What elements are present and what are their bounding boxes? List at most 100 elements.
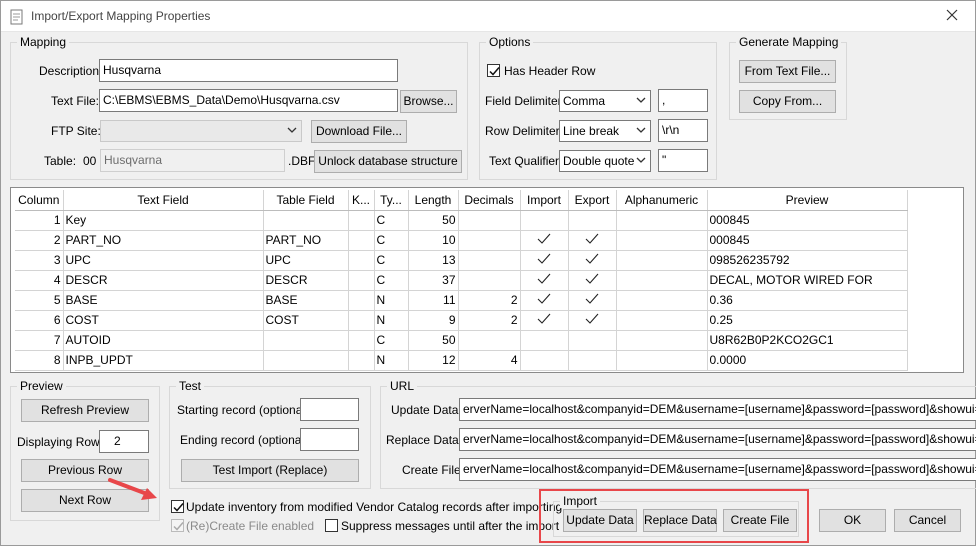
download-file-button[interactable]: Download File... bbox=[311, 120, 407, 143]
cell-type[interactable]: N bbox=[374, 290, 409, 311]
cell-table-field[interactable] bbox=[263, 330, 349, 351]
from-text-file-button[interactable]: From Text File... bbox=[739, 60, 836, 83]
column-header[interactable]: Preview bbox=[707, 190, 908, 211]
cell-key[interactable] bbox=[348, 270, 375, 291]
cell-key[interactable] bbox=[348, 350, 375, 371]
cell-column[interactable]: 1 bbox=[15, 210, 64, 231]
cell-key[interactable] bbox=[348, 250, 375, 271]
cell-text-field[interactable]: COST bbox=[63, 310, 264, 331]
cell-column[interactable]: 8 bbox=[15, 350, 64, 371]
cell-table-field[interactable] bbox=[263, 210, 349, 231]
cell-text-field[interactable]: DESCR bbox=[63, 270, 264, 291]
cell-import[interactable] bbox=[520, 290, 569, 311]
create-file-url-input[interactable]: erverName=localhost&companyid=DEM&userna… bbox=[459, 458, 976, 481]
cell-text-field[interactable]: INPB_UPDT bbox=[63, 350, 264, 371]
refresh-preview-button[interactable]: Refresh Preview bbox=[21, 399, 149, 422]
table-row[interactable]: 1 Key C 50 000845 bbox=[15, 210, 908, 231]
cell-alpha[interactable] bbox=[616, 330, 708, 351]
cell-column[interactable]: 5 bbox=[15, 290, 64, 311]
cell-table-field[interactable]: UPC bbox=[263, 250, 349, 271]
cell-export[interactable] bbox=[568, 250, 617, 271]
cell-text-field[interactable]: Key bbox=[63, 210, 264, 231]
test-import-replace-button[interactable]: Test Import (Replace) bbox=[181, 459, 359, 482]
cell-length[interactable]: 11 bbox=[408, 290, 459, 311]
cell-length[interactable]: 37 bbox=[408, 270, 459, 291]
cell-table-field[interactable]: COST bbox=[263, 310, 349, 331]
ending-record-input[interactable] bbox=[300, 428, 359, 451]
table-row[interactable]: 6 COST COST N 9 2 0.25 bbox=[15, 310, 908, 331]
starting-record-input[interactable] bbox=[300, 398, 359, 421]
cell-import[interactable] bbox=[520, 310, 569, 331]
cell-alpha[interactable] bbox=[616, 350, 708, 371]
cell-decimals[interactable]: 2 bbox=[458, 310, 521, 331]
table-row[interactable]: 4 DESCR DESCR C 37 DECAL, MOTOR WIRED FOR bbox=[15, 270, 908, 291]
cell-table-field[interactable]: PART_NO bbox=[263, 230, 349, 251]
field-delimiter-char-input[interactable]: , bbox=[658, 89, 708, 112]
cell-decimals[interactable] bbox=[458, 270, 521, 291]
description-input[interactable]: Husqvarna bbox=[99, 59, 398, 82]
cell-alpha[interactable] bbox=[616, 290, 708, 311]
cell-preview[interactable]: 0.0000 bbox=[707, 350, 908, 371]
cell-alpha[interactable] bbox=[616, 210, 708, 231]
cell-export[interactable] bbox=[568, 210, 617, 231]
cell-key[interactable] bbox=[348, 230, 375, 251]
cell-column[interactable]: 4 bbox=[15, 270, 64, 291]
cell-text-field[interactable]: BASE bbox=[63, 290, 264, 311]
row-delimiter-char-input[interactable]: \r\n bbox=[658, 119, 708, 142]
unlock-database-button[interactable]: Unlock database structure bbox=[314, 150, 462, 173]
displaying-row-input[interactable]: 2 bbox=[99, 430, 149, 453]
cancel-button[interactable]: Cancel bbox=[894, 509, 961, 532]
ftp-site-select[interactable] bbox=[100, 120, 302, 142]
field-delimiter-select[interactable]: Comma bbox=[559, 90, 651, 112]
column-header[interactable]: Alphanumeric bbox=[616, 190, 708, 211]
cell-preview[interactable]: DECAL, MOTOR WIRED FOR bbox=[707, 270, 908, 291]
cell-export[interactable] bbox=[568, 290, 617, 311]
cell-preview[interactable]: 098526235792 bbox=[707, 250, 908, 271]
cell-column[interactable]: 6 bbox=[15, 310, 64, 331]
cell-preview[interactable]: 000845 bbox=[707, 210, 908, 231]
text-file-input[interactable]: C:\EBMS\EBMS_Data\Demo\Husqvarna.csv bbox=[99, 89, 398, 112]
column-header[interactable]: Length bbox=[408, 190, 459, 211]
cell-decimals[interactable]: 2 bbox=[458, 290, 521, 311]
cell-alpha[interactable] bbox=[616, 270, 708, 291]
cell-key[interactable] bbox=[348, 290, 375, 311]
close-button[interactable] bbox=[939, 4, 965, 30]
table-row[interactable]: 8 INPB_UPDT N 12 4 0.0000 bbox=[15, 350, 908, 371]
column-header[interactable]: Import bbox=[520, 190, 569, 211]
cell-preview[interactable]: 0.25 bbox=[707, 310, 908, 331]
table-row[interactable]: 2 PART_NO PART_NO C 10 000845 bbox=[15, 230, 908, 251]
cell-export[interactable] bbox=[568, 230, 617, 251]
column-header[interactable]: K... bbox=[348, 190, 375, 211]
cell-length[interactable]: 10 bbox=[408, 230, 459, 251]
column-header[interactable]: Ty... bbox=[374, 190, 409, 211]
table-row[interactable]: 7 AUTOID C 50 U8R62B0P2KCO2GC1 bbox=[15, 330, 908, 351]
column-header[interactable]: Table Field bbox=[263, 190, 349, 211]
text-qualifier-select[interactable]: Double quote bbox=[559, 150, 651, 172]
cell-type[interactable]: N bbox=[374, 350, 409, 371]
cell-column[interactable]: 3 bbox=[15, 250, 64, 271]
cell-decimals[interactable] bbox=[458, 250, 521, 271]
cell-length[interactable]: 13 bbox=[408, 250, 459, 271]
cell-text-field[interactable]: PART_NO bbox=[63, 230, 264, 251]
cell-preview[interactable]: 000845 bbox=[707, 230, 908, 251]
cell-import[interactable] bbox=[520, 230, 569, 251]
cell-type[interactable]: C bbox=[374, 330, 409, 351]
cell-export[interactable] bbox=[568, 330, 617, 351]
cell-alpha[interactable] bbox=[616, 250, 708, 271]
row-delimiter-select[interactable]: Line break bbox=[559, 120, 651, 142]
cell-decimals[interactable] bbox=[458, 230, 521, 251]
cell-key[interactable] bbox=[348, 310, 375, 331]
browse-button[interactable]: Browse... bbox=[400, 90, 457, 113]
cell-table-field[interactable]: DESCR bbox=[263, 270, 349, 291]
cell-type[interactable]: C bbox=[374, 230, 409, 251]
cell-import[interactable] bbox=[520, 270, 569, 291]
table-row[interactable]: 5 BASE BASE N 11 2 0.36 bbox=[15, 290, 908, 311]
text-qualifier-char-input[interactable]: " bbox=[658, 149, 708, 172]
cell-type[interactable]: C bbox=[374, 210, 409, 231]
cell-decimals[interactable]: 4 bbox=[458, 350, 521, 371]
column-header[interactable]: Decimals bbox=[458, 190, 521, 211]
cell-key[interactable] bbox=[348, 330, 375, 351]
cell-table-field[interactable]: BASE bbox=[263, 290, 349, 311]
cell-import[interactable] bbox=[520, 250, 569, 271]
cell-type[interactable]: N bbox=[374, 310, 409, 331]
